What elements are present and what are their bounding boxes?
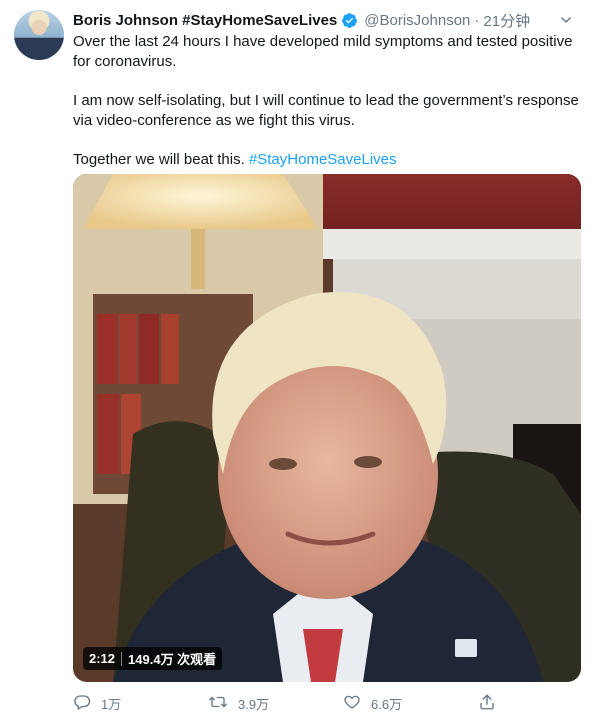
timestamp[interactable]: 21分钟 (483, 10, 530, 31)
tweet-text: Over the last 24 hours I have developed … (73, 32, 583, 170)
divider (121, 651, 123, 666)
retweet-icon (208, 693, 228, 714)
video-player[interactable]: 2:12 149.4万 次观看 (73, 174, 581, 682)
reply-count: 1万 (101, 696, 122, 712)
separator-dot: · (474, 11, 480, 29)
author-name[interactable]: Boris Johnson #StayHomeSaveLives (73, 12, 337, 29)
video-frame (73, 174, 581, 682)
tweet-text-fragment: Together we will beat this. (73, 151, 249, 168)
tweet-paragraph: Over the last 24 hours I have developed … (73, 33, 573, 70)
tweet-paragraph: I am now self-isolating, but I will cont… (73, 92, 579, 129)
video-info-badge: 2:12 149.4万 次观看 (83, 647, 223, 670)
author-handle[interactable]: @BorisJohnson (364, 12, 470, 29)
share-button[interactable] (478, 693, 496, 714)
tweet-actions: 1万 3.9万 6.6万 (73, 692, 583, 714)
chevron-down-icon[interactable] (557, 11, 575, 29)
tweet-paragraph: Together we will beat this. #StayHomeSav… (73, 150, 583, 170)
share-icon (478, 693, 496, 714)
verified-badge-icon (341, 12, 358, 29)
like-button[interactable]: 6.6万 (343, 693, 478, 714)
retweet-button[interactable]: 3.9万 (208, 693, 343, 714)
tweet[interactable]: Boris Johnson #StayHomeSaveLives @BorisJ… (0, 0, 595, 725)
heart-icon (343, 693, 361, 714)
reply-icon (73, 693, 91, 714)
avatar[interactable] (14, 10, 64, 60)
video-view-count: 149.4万 次观看 (128, 652, 217, 667)
hashtag-link[interactable]: #StayHomeSaveLives (249, 151, 397, 168)
video-duration: 2:12 (89, 651, 116, 666)
tweet-header: Boris Johnson #StayHomeSaveLives @BorisJ… (73, 10, 575, 30)
like-count: 6.6万 (371, 696, 403, 712)
retweet-count: 3.9万 (238, 696, 270, 712)
reply-button[interactable]: 1万 (73, 693, 208, 714)
